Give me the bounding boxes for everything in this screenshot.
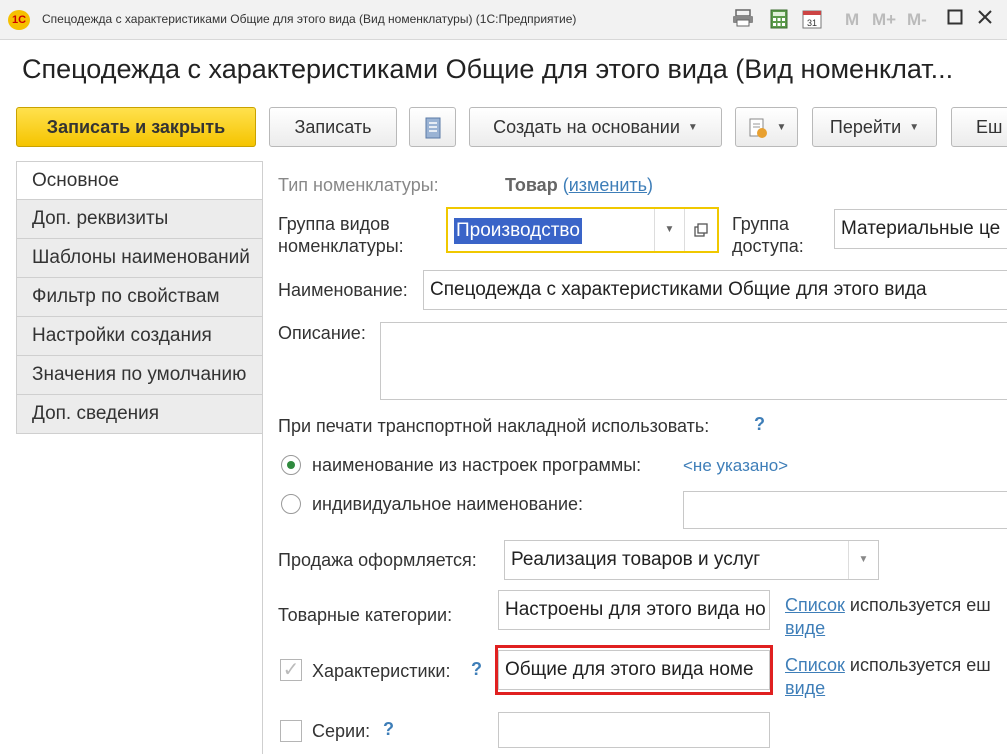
nav-item-main[interactable]: Основное: [16, 161, 263, 200]
nav-item-additional-info[interactable]: Доп. сведения: [16, 395, 263, 434]
nav-item-name-templates[interactable]: Шаблоны наименований: [16, 239, 263, 278]
open-item-icon[interactable]: [684, 209, 717, 251]
attachment-document-icon: [749, 118, 767, 139]
access-group-label: Группа доступа:: [732, 214, 804, 256]
memory-m-button[interactable]: M: [845, 10, 859, 30]
characteristics-checkbox[interactable]: ✓: [280, 659, 302, 681]
radio-individual-name-label: индивидуальное наименование:: [312, 494, 584, 514]
group-value: Производство: [454, 218, 582, 244]
close-icon[interactable]: [974, 9, 996, 31]
memory-minus-button[interactable]: M-: [907, 10, 927, 30]
form-title: Спецодежда с характеристиками Общие для …: [22, 54, 954, 84]
nav-divider: [262, 161, 263, 754]
maximize-icon[interactable]: [944, 9, 966, 31]
document-list-button[interactable]: [409, 107, 456, 147]
access-group-field[interactable]: Материальные це: [834, 209, 1007, 249]
document-list-icon: [425, 117, 440, 139]
characteristics-field[interactable]: Общие для этого вида номе: [498, 650, 770, 690]
sale-document-label: Продажа оформляется:: [278, 550, 477, 570]
calendar-icon[interactable]: 31: [800, 9, 824, 31]
window-title: Спецодежда с характеристиками Общие для …: [42, 12, 577, 26]
form-sections-nav: Основное Доп. реквизиты Шаблоны наименов…: [16, 161, 263, 434]
type-value: Товар: [505, 175, 558, 195]
save-button[interactable]: Записать: [269, 107, 397, 147]
product-categories-note: Список используется еш: [785, 595, 991, 616]
window-titlebar: 1С Спецодежда с характеристиками Общие д…: [0, 0, 1007, 40]
series-label: Серии:: [312, 721, 371, 741]
name-label: Наименование:: [278, 280, 408, 300]
characteristics-label: Характеристики:: [312, 661, 451, 681]
chevron-down-icon: ▼: [776, 122, 787, 134]
series-field[interactable]: [498, 712, 770, 748]
individual-name-field[interactable]: [683, 491, 1007, 529]
characteristics-note-line2: виде: [785, 678, 825, 699]
product-categories-field[interactable]: Настроены для этого вида но: [498, 590, 770, 630]
characteristics-list-link[interactable]: Список: [785, 655, 845, 675]
save-and-close-button[interactable]: Записать и закрыть: [16, 107, 256, 147]
chevron-down-icon[interactable]: ▼: [848, 541, 878, 579]
goto-button[interactable]: Перейти ▼: [812, 107, 937, 147]
type-value-row: Товар (изменить): [505, 175, 653, 196]
type-change-link[interactable]: изменить: [569, 175, 647, 195]
create-based-on-label: Создать на основании: [493, 117, 680, 137]
chevron-down-icon: ▼: [687, 122, 698, 134]
product-categories-list-link[interactable]: Список: [785, 595, 845, 615]
series-help-icon[interactable]: ?: [383, 719, 394, 740]
radio-name-from-settings-label: наименование из настроек программы:: [312, 455, 642, 475]
calculator-icon[interactable]: [767, 9, 791, 31]
series-checkbox[interactable]: [280, 720, 302, 742]
nav-item-property-filter[interactable]: Фильтр по свойствам: [16, 278, 263, 317]
characteristics-note: Список используется еш: [785, 655, 991, 676]
product-categories-label: Товарные категории:: [278, 605, 453, 625]
type-change-close: ): [647, 175, 654, 195]
name-from-settings-value-link[interactable]: <не указано>: [683, 456, 788, 476]
nav-item-creation-settings[interactable]: Настройки создания: [16, 317, 263, 356]
memory-plus-button[interactable]: M+: [872, 10, 896, 30]
nav-item-additional-attributes[interactable]: Доп. реквизиты: [16, 200, 263, 239]
group-field[interactable]: Производство ▼: [446, 207, 719, 253]
chevron-down-icon: ▼: [909, 122, 920, 134]
calendar-day: 31: [807, 18, 817, 28]
sale-document-value: Реализация товаров и услуг: [511, 549, 761, 570]
print-help-icon[interactable]: ?: [754, 414, 765, 435]
print-icon[interactable]: [731, 9, 755, 31]
description-field[interactable]: [380, 322, 1007, 400]
attachments-button[interactable]: ▼: [735, 107, 798, 147]
characteristics-view-link[interactable]: виде: [785, 678, 825, 698]
type-label: Тип номенклатуры:: [278, 175, 439, 195]
sale-document-field[interactable]: Реализация товаров и услуг ▼: [504, 540, 879, 580]
description-label: Описание:: [278, 323, 366, 343]
group-dropdown-icon[interactable]: ▼: [654, 209, 684, 251]
characteristics-note-text: используется еш: [849, 655, 991, 675]
print-settings-label: При печати транспортной накладной исполь…: [278, 416, 710, 436]
product-categories-note-line2: виде: [785, 618, 825, 639]
create-based-on-button[interactable]: Создать на основании ▼: [469, 107, 722, 147]
radio-individual-name[interactable]: [281, 494, 301, 514]
goto-label: Перейти: [829, 117, 902, 137]
product-categories-note-text: используется еш: [849, 595, 991, 615]
product-categories-view-link[interactable]: виде: [785, 618, 825, 638]
name-field[interactable]: Спецодежда с характеристиками Общие для …: [423, 270, 1007, 310]
group-label: Группа видов номенклатуры:: [278, 214, 404, 256]
app-logo-icon: 1С: [8, 10, 30, 30]
characteristics-help-icon[interactable]: ?: [471, 659, 482, 680]
more-button[interactable]: Еш: [951, 107, 1007, 147]
nav-item-default-values[interactable]: Значения по умолчанию: [16, 356, 263, 395]
radio-name-from-settings[interactable]: [281, 455, 301, 475]
